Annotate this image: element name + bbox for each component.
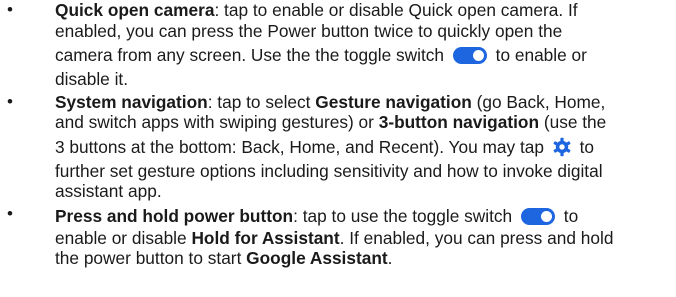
toggle-switch-icon: [452, 47, 487, 64]
item-title: Quick open camera: [55, 0, 215, 20]
settings-description-list: • Quick open camera: tap to enable or di…: [0, 0, 676, 269]
list-item-system-navigation: • System navigation: tap to select Gestu…: [7, 91, 607, 202]
gear-icon: [553, 137, 571, 156]
list-item-press-and-hold-power: • Press and hold power button: tap to us…: [7, 203, 614, 269]
bullet: •: [7, 91, 13, 111]
bullet: •: [7, 0, 13, 19]
toggle-switch-icon: [520, 207, 555, 225]
list-item-quick-open-camera: • Quick open camera: tap to enable or di…: [7, 0, 587, 89]
item-title: System navigation: [55, 91, 208, 112]
bullet: •: [7, 203, 13, 223]
item-title: Press and hold power button: [55, 205, 294, 226]
